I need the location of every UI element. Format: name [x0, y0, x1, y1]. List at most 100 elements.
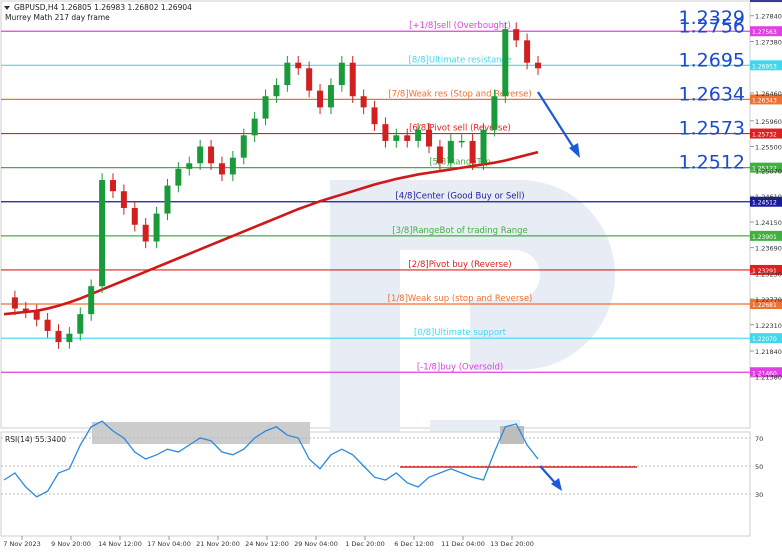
candle-body	[142, 224, 149, 242]
candle-body	[415, 129, 422, 141]
time-tick-label: 11 Dec 04:00	[441, 540, 485, 548]
candle-body	[218, 163, 225, 175]
candle-body	[426, 129, 433, 147]
candle-body	[436, 146, 443, 164]
price-tick-label: 1.23690	[755, 245, 782, 253]
murrey-level-label: [-1/8]buy (Oversold)	[417, 362, 503, 372]
murrey-level-label: [4/8]Center (Good Buy or Sell)	[395, 192, 524, 202]
rsi-level-value: 70	[755, 435, 763, 443]
price-tick-label: 1.27380	[755, 38, 782, 46]
price-tag-value: 1.27563	[752, 29, 777, 36]
price-tick-label: 1.24610	[755, 193, 782, 201]
chart-root: GBPUSD,H4 1.26805 1.26983 1.26802 1.2690…	[0, 0, 782, 551]
candle-body	[262, 96, 269, 119]
candle-body	[273, 85, 280, 97]
price-tag-value: 1.26343	[752, 97, 777, 104]
price-tag-value: 1.22070	[752, 336, 777, 343]
murrey-level-label: [0/8]Ultimate support	[414, 328, 507, 338]
price-tag-value: 1.23901	[752, 234, 777, 241]
candle-body	[349, 62, 356, 97]
time-tick-label: 21 Nov 20:00	[196, 540, 240, 548]
candle-body	[327, 85, 334, 108]
price-tag-value: 1.25732	[752, 132, 777, 139]
time-axis: 7 Nov 2023 9 Nov 20:00 14 Nov 12:00 17 Nov …	[3, 536, 534, 548]
rsi-level-value: 50	[755, 463, 763, 471]
candle-body	[382, 124, 389, 141]
price-tick-label: 1.24150	[755, 219, 782, 227]
rsi-label: RSI(14) 55.3400	[5, 435, 66, 444]
murrey-level-label: [2/8]Pivot buy (Reverse)	[408, 260, 511, 270]
time-tick-label: 17 Nov 04:00	[147, 540, 191, 548]
candle-body	[164, 185, 171, 214]
time-tick-label: 29 Nov 04:00	[294, 540, 338, 548]
candle-body	[44, 319, 51, 331]
candle-body	[295, 62, 302, 69]
price-tick-label: 1.27840	[755, 13, 782, 21]
candle-body	[197, 146, 204, 164]
rsi-panel	[0, 431, 751, 537]
murrey-level-label: [1/8]Weak sup (stop and Reverse)	[388, 294, 533, 304]
price-tick-label: 1.23230	[755, 270, 782, 278]
candle-body	[88, 286, 95, 315]
candle-body	[208, 146, 215, 164]
candle-body	[535, 62, 541, 69]
time-tick-label: 1 Dec 20:00	[345, 540, 385, 548]
candle-body	[153, 213, 160, 242]
candle-body	[77, 314, 84, 334]
big-price-label: 1.2634	[679, 84, 745, 106]
big-price-label: 1.2573	[679, 118, 745, 140]
candle-body	[469, 140, 476, 164]
candle-body	[22, 308, 29, 312]
candle-body	[284, 62, 291, 86]
time-tick-label: 13 Dec 20:00	[490, 540, 534, 548]
big-price-label: 1.2695	[679, 49, 745, 71]
symbol-header: GBPUSD,H4 1.26805 1.26983 1.26802 1.2690…	[14, 3, 192, 12]
candle-body	[513, 29, 520, 41]
candle-body	[131, 207, 138, 225]
murrey-level-label: [8/8]Ultimate resistance	[409, 55, 512, 65]
candle-body	[502, 29, 509, 97]
candle-body	[393, 135, 400, 141]
rsi-level-value: 30	[755, 491, 763, 499]
time-tick-label: 9 Nov 20:00	[51, 540, 91, 548]
candle-body	[251, 118, 258, 136]
candle-body	[240, 135, 247, 158]
candle-body	[109, 180, 116, 192]
candle-body	[33, 311, 40, 320]
candle-body	[229, 157, 236, 175]
candle-body	[66, 333, 73, 343]
candle-body	[404, 135, 411, 141]
price-tick-label: 1.25500	[755, 144, 782, 152]
candle-body	[524, 40, 531, 63]
rsi-overbought-zone-1	[92, 422, 310, 444]
chart-canvas[interactable]: GBPUSD,H4 1.26805 1.26983 1.26802 1.2690…	[0, 0, 782, 551]
candle-body	[175, 168, 182, 186]
price-tick-label: 1.22770	[755, 296, 782, 304]
candle-body	[491, 96, 498, 130]
rsi-overbought-zone-2	[500, 426, 524, 444]
time-tick-label: 7 Nov 2023	[3, 540, 41, 548]
candle-body	[120, 191, 127, 208]
time-tick-label: 24 Nov 12:00	[245, 540, 289, 548]
candle-body	[338, 62, 345, 86]
candle-body	[371, 107, 378, 125]
price-tag-value: 1.26953	[752, 63, 777, 70]
candle-body	[360, 96, 367, 108]
price-tick-label: 1.25960	[755, 118, 782, 126]
price-tick-label: 1.26460	[755, 90, 782, 98]
candle-body	[317, 90, 324, 108]
candle-body	[55, 330, 62, 343]
price-tag-value: 1.28174	[752, 0, 777, 2]
time-tick-label: 6 Dec 12:00	[394, 540, 434, 548]
candle-body	[480, 129, 487, 164]
candle-body	[458, 140, 465, 143]
time-tick-label: 14 Nov 12:00	[98, 540, 142, 548]
price-tick-label: 1.21380	[755, 374, 782, 382]
candle-body	[306, 68, 313, 91]
candle-body	[99, 180, 106, 287]
big-price-label: 1.2512	[679, 152, 745, 174]
indicator-name: Murrey Math 217 day frame	[5, 13, 110, 22]
candle-body	[186, 163, 193, 169]
murrey-level-label: [3/8]RangeBot of trading Range	[392, 226, 527, 236]
murrey-level-label: [7/8]Weak res (Stop and Reverse)	[388, 89, 531, 99]
